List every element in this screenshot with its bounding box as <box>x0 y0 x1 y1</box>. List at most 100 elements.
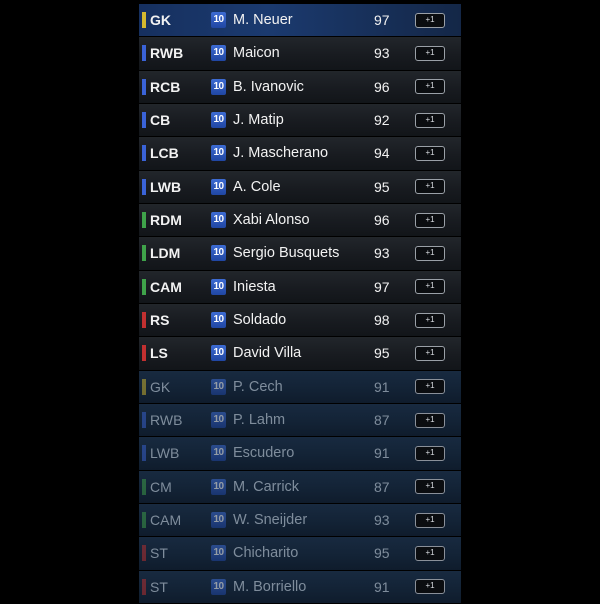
plus-one-button[interactable]: +1 <box>415 479 445 495</box>
player-row[interactable]: LWB 10 A. Cole 95 +1 <box>139 170 461 204</box>
player-row[interactable]: RWB 10 Maicon 93 +1 <box>139 37 461 71</box>
position-color-indicator <box>142 311 146 328</box>
substitute-player-row[interactable]: ST 10 Chicharito 95 +1 <box>139 537 461 571</box>
player-row[interactable]: RS 10 Soldado 98 +1 <box>139 303 461 338</box>
substitute-player-row[interactable]: GK 10 P. Cech 91 +1 <box>139 370 461 404</box>
position-color-indicator <box>142 478 146 495</box>
player-level-badge: 10 <box>211 45 226 62</box>
squad-list: GK 10 M. Neuer 97 +1 RWB 10 Maicon 93 +1 RCB 10 B. I… <box>139 4 461 604</box>
position-color-indicator <box>142 178 146 195</box>
player-name: Xabi Alonso <box>233 212 310 229</box>
player-name: J. Mascherano <box>233 145 329 162</box>
position-color-indicator <box>142 78 146 95</box>
player-rating: 98 <box>374 312 390 329</box>
player-level-badge: 10 <box>211 112 226 129</box>
substitute-player-row[interactable]: ST 10 M. Borriello 91 +1 <box>139 570 461 604</box>
plus-one-button[interactable]: +1 <box>415 545 445 561</box>
player-position: CAM <box>150 278 182 295</box>
player-rating: 95 <box>374 178 390 195</box>
substitute-player-row[interactable]: RWB 10 P. Lahm 87 +1 <box>139 403 461 438</box>
player-name: Iniesta <box>233 278 276 295</box>
position-color-indicator <box>142 511 146 528</box>
plus-one-button[interactable]: +1 <box>415 379 445 395</box>
player-position: LS <box>150 345 168 362</box>
plus-one-button[interactable]: +1 <box>415 445 445 461</box>
player-position: ST <box>150 545 168 562</box>
player-name: Maicon <box>233 45 280 62</box>
position-color-indicator <box>142 378 146 395</box>
player-row[interactable]: CAM 10 Iniesta 97 +1 <box>139 270 461 304</box>
plus-one-button[interactable]: +1 <box>415 579 445 595</box>
player-rating: 97 <box>374 278 390 295</box>
position-color-indicator <box>142 45 146 62</box>
player-row[interactable]: LS 10 David Villa 95 +1 <box>139 337 461 371</box>
plus-one-button[interactable]: +1 <box>415 279 445 295</box>
player-level-badge: 10 <box>211 145 226 162</box>
position-color-indicator <box>142 12 146 28</box>
plus-one-button[interactable]: +1 <box>415 45 445 61</box>
plus-one-button[interactable]: +1 <box>415 312 445 328</box>
substitute-player-row[interactable]: CAM 10 W. Sneijder 93 +1 <box>139 503 461 538</box>
player-level-badge: 10 <box>211 412 226 429</box>
player-name: P. Cech <box>233 378 283 395</box>
plus-one-button[interactable]: +1 <box>415 212 445 228</box>
position-color-indicator <box>142 111 146 128</box>
player-position: ST <box>150 578 168 595</box>
player-level-badge: 10 <box>211 545 226 562</box>
player-level-badge: 10 <box>211 278 226 295</box>
plus-one-button[interactable]: +1 <box>415 512 445 528</box>
plus-one-button[interactable]: +1 <box>415 345 445 361</box>
plus-one-button[interactable]: +1 <box>415 112 445 128</box>
plus-one-button[interactable]: +1 <box>415 412 445 428</box>
plus-one-button[interactable]: +1 <box>415 245 445 261</box>
player-position: CB <box>150 112 171 129</box>
player-rating: 92 <box>374 112 390 129</box>
substitute-player-row[interactable]: CM 10 M. Carrick 87 +1 <box>139 470 461 504</box>
plus-one-button[interactable]: +1 <box>415 79 445 95</box>
player-name: David Villa <box>233 345 302 362</box>
player-row[interactable]: LDM 10 Sergio Busquets 93 +1 <box>139 237 461 271</box>
position-color-indicator <box>142 245 146 262</box>
player-level-badge: 10 <box>211 345 226 362</box>
player-rating: 96 <box>374 212 390 229</box>
position-color-indicator <box>142 345 146 362</box>
position-color-indicator <box>142 545 146 562</box>
player-rating: 94 <box>374 145 390 162</box>
player-name: A. Cole <box>233 178 281 195</box>
player-name: M. Carrick <box>233 478 300 495</box>
position-color-indicator <box>142 578 146 595</box>
player-level-badge: 10 <box>211 512 226 529</box>
player-rating: 93 <box>374 245 390 262</box>
player-position: RWB <box>150 412 183 429</box>
substitute-player-row[interactable]: LWB 10 Escudero 91 +1 <box>139 437 461 471</box>
player-name: B. Ivanovic <box>233 78 304 95</box>
position-color-indicator <box>142 411 146 428</box>
player-row[interactable]: LCB 10 J. Mascherano 94 +1 <box>139 137 461 171</box>
player-position: LWB <box>150 178 182 195</box>
player-position: RWB <box>150 45 184 62</box>
position-color-indicator <box>142 445 146 462</box>
plus-one-button[interactable]: +1 <box>415 179 445 195</box>
plus-one-button[interactable]: +1 <box>415 145 445 161</box>
player-row[interactable]: RCB 10 B. Ivanovic 96 +1 <box>139 70 461 104</box>
player-position: CM <box>150 478 172 495</box>
player-level-badge: 10 <box>211 445 226 462</box>
player-rating: 97 <box>374 12 390 29</box>
player-rating: 95 <box>374 545 390 562</box>
player-row[interactable]: GK 10 M. Neuer 97 +1 <box>139 4 461 38</box>
plus-one-button[interactable]: +1 <box>415 12 445 28</box>
player-name: Soldado <box>233 312 287 329</box>
player-name: M. Neuer <box>233 12 293 29</box>
player-name: P. Lahm <box>233 412 286 429</box>
player-position: GK <box>150 12 171 29</box>
player-name: Sergio Busquets <box>233 245 340 262</box>
player-position: RCB <box>150 78 181 95</box>
player-position: LDM <box>150 245 181 262</box>
player-row[interactable]: RDM 10 Xabi Alonso 96 +1 <box>139 203 461 238</box>
player-level-badge: 10 <box>211 378 226 395</box>
player-level-badge: 10 <box>211 478 226 495</box>
player-level-badge: 10 <box>211 578 226 595</box>
player-name: W. Sneijder <box>233 512 308 529</box>
player-row[interactable]: CB 10 J. Matip 92 +1 <box>139 103 461 138</box>
player-level-badge: 10 <box>211 245 226 262</box>
